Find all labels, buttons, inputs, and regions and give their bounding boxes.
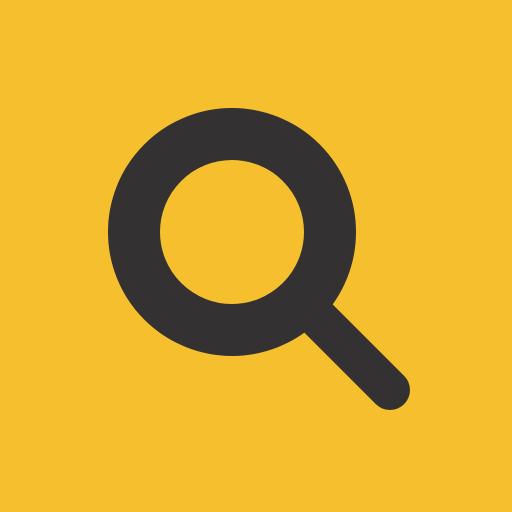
app-icon[interactable] (0, 0, 512, 512)
icon-background (0, 0, 512, 512)
search-icon (0, 0, 512, 512)
